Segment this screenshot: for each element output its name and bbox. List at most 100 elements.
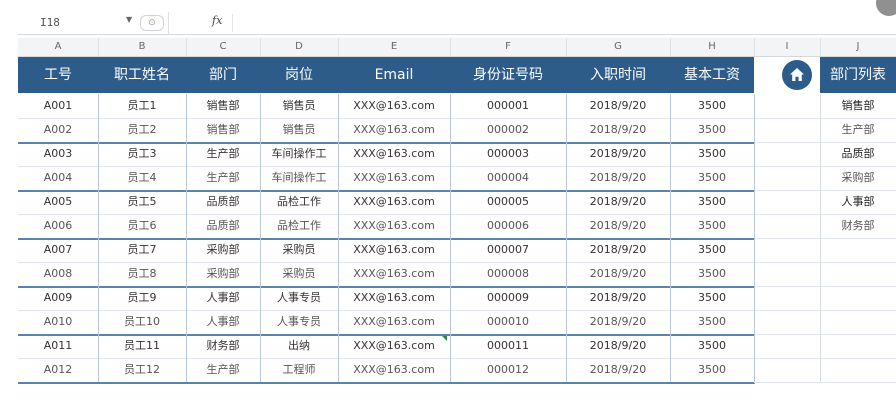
cell-empty[interactable] [754,166,821,191]
cell-id-no[interactable]: 000006 [450,214,567,240]
cell-emp-id[interactable]: A011 [18,334,99,359]
formula-cancel-icon[interactable]: ⊙ [140,15,164,31]
cell-empty[interactable] [754,238,821,263]
cell-dept[interactable]: 品质部 [186,214,261,240]
cell-salary[interactable]: 3500 [670,142,755,167]
cell-dept-list-item[interactable] [820,358,896,383]
column-header-i[interactable]: I [754,38,821,56]
fx-icon[interactable]: fx [212,14,222,27]
cell-position[interactable]: 车间操作工 [260,142,339,167]
cell-id-no[interactable]: 000001 [450,94,567,119]
cell-id-no[interactable]: 000003 [450,142,567,167]
cell-position[interactable]: 车间操作工 [260,166,339,192]
cell-empty[interactable] [754,190,821,215]
cell-email[interactable]: XXX@163.com [338,238,451,263]
cell-empty[interactable] [754,310,821,335]
home-button[interactable] [782,60,812,90]
cell-hire-date[interactable]: 2018/9/20 [566,334,671,359]
column-header-e[interactable]: E [338,38,451,56]
cell-dept-list-item[interactable]: 采购部 [820,166,896,191]
cell-email[interactable]: XXX@163.com [338,286,451,311]
cell-name[interactable]: 员工5 [98,190,187,215]
cell-id-no[interactable]: 000004 [450,166,567,192]
cell-hire-date[interactable]: 2018/9/20 [566,166,671,192]
cell-dept-list-item[interactable] [820,286,896,311]
cell-empty[interactable] [754,334,821,359]
cell-hire-date[interactable]: 2018/9/20 [566,286,671,311]
cell-hire-date[interactable]: 2018/9/20 [566,358,671,384]
cell-name[interactable]: 员工3 [98,142,187,167]
cell-dept[interactable]: 销售部 [186,94,261,119]
cell-empty[interactable] [754,214,821,239]
cell-dept-list-item[interactable] [820,334,896,359]
cell-hire-date[interactable]: 2018/9/20 [566,214,671,240]
cell-position[interactable]: 销售员 [260,118,339,144]
cell-position[interactable]: 采购员 [260,238,339,263]
cell-position[interactable]: 品检工作 [260,190,339,215]
cell-dept[interactable]: 采购部 [186,262,261,288]
cell-id-no[interactable]: 000012 [450,358,567,384]
cell-id-no[interactable]: 000002 [450,118,567,144]
cell-salary[interactable]: 3500 [670,118,755,144]
cell-dept[interactable]: 生产部 [186,358,261,384]
cell-email[interactable]: XXX@163.com [338,334,451,359]
cell-emp-id[interactable]: A009 [18,286,99,311]
cell-email[interactable]: XXX@163.com [338,142,451,167]
cell-email[interactable]: XXX@163.com [338,118,451,144]
cell-dept[interactable]: 采购部 [186,238,261,263]
cell-email[interactable]: XXX@163.com [338,262,451,288]
cell-hire-date[interactable]: 2018/9/20 [566,310,671,336]
column-header-a[interactable]: A [18,38,99,56]
cell-salary[interactable]: 3500 [670,262,755,288]
cell-empty[interactable] [754,142,821,167]
cell-id-no[interactable]: 000009 [450,286,567,311]
cell-empty[interactable] [754,286,821,311]
cell-email[interactable]: XXX@163.com [338,94,451,119]
cell-salary[interactable]: 3500 [670,286,755,311]
cell-name[interactable]: 员工10 [98,310,187,336]
cell-hire-date[interactable]: 2018/9/20 [566,262,671,288]
cell-hire-date[interactable]: 2018/9/20 [566,142,671,167]
cell-name[interactable]: 员工4 [98,166,187,192]
cell-dept[interactable]: 生产部 [186,166,261,192]
cell-salary[interactable]: 3500 [670,214,755,240]
cell-position[interactable]: 品检工作 [260,214,339,240]
cell-salary[interactable]: 3500 [670,166,755,192]
cell-dept-list-item[interactable] [820,310,896,335]
column-header-j[interactable]: J [820,38,896,56]
cell-dept[interactable]: 销售部 [186,118,261,144]
cell-name[interactable]: 员工9 [98,286,187,311]
cell-email[interactable]: XXX@163.com [338,310,451,336]
cell-empty[interactable] [754,262,821,287]
cell-name[interactable]: 员工1 [98,94,187,119]
cell-emp-id[interactable]: A007 [18,238,99,263]
cell-email[interactable]: XXX@163.com [338,214,451,240]
cell-id-no[interactable]: 000011 [450,334,567,359]
cell-salary[interactable]: 3500 [670,238,755,263]
cell-hire-date[interactable]: 2018/9/20 [566,94,671,119]
cell-emp-id[interactable]: A010 [18,310,99,336]
cell-dept[interactable]: 人事部 [186,310,261,336]
cell-hire-date[interactable]: 2018/9/20 [566,118,671,144]
cell-id-no[interactable]: 000008 [450,262,567,288]
cell-id-no[interactable]: 000005 [450,190,567,215]
cell-dept[interactable]: 人事部 [186,286,261,311]
column-header-h[interactable]: H [670,38,755,56]
cell-name[interactable]: 员工11 [98,334,187,359]
cell-dept-list-item[interactable]: 生产部 [820,118,896,143]
cell-position[interactable]: 采购员 [260,262,339,288]
cell-empty[interactable] [754,94,821,119]
cell-email[interactable]: XXX@163.com [338,166,451,192]
cell-position[interactable]: 销售员 [260,94,339,119]
column-header-c[interactable]: C [186,38,261,56]
cell-id-no[interactable]: 000010 [450,310,567,336]
cell-emp-id[interactable]: A006 [18,214,99,240]
cell-salary[interactable]: 3500 [670,94,755,119]
cell-hire-date[interactable]: 2018/9/20 [566,190,671,215]
name-box[interactable]: I18 [18,14,140,32]
cell-position[interactable]: 人事专员 [260,310,339,336]
cell-emp-id[interactable]: A003 [18,142,99,167]
name-box-dropdown-icon[interactable]: ▼ [126,15,132,24]
cell-emp-id[interactable]: A001 [18,94,99,119]
cell-empty[interactable] [754,118,821,143]
